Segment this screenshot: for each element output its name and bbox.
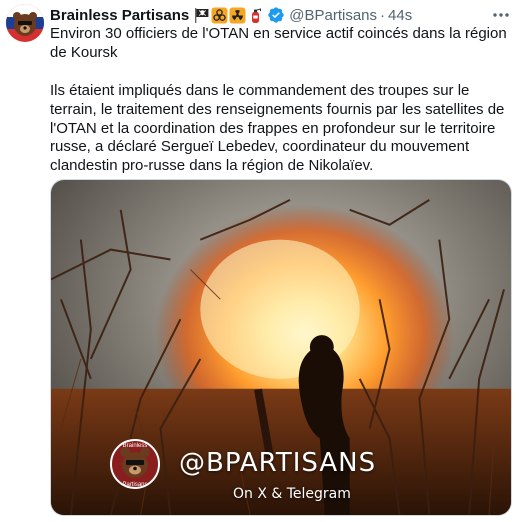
verified-badge-icon[interactable] [267, 6, 285, 24]
avatar[interactable] [6, 4, 44, 42]
tweet-card[interactable]: Brainless Partisans @BPartisans · 44s En… [0, 0, 519, 522]
pirate-flag-icon [193, 7, 210, 24]
watermark-subtitle: On X & Telegram [233, 486, 351, 502]
tweet-media-image[interactable]: Brainless Partisans @BPARTISANS On X & T… [50, 179, 512, 516]
more-dots-icon [492, 5, 510, 23]
tweet-text: Environ 30 officiers de l'OTAN en servic… [50, 25, 512, 176]
more-options-button[interactable] [491, 6, 511, 22]
timestamp[interactable]: 44s [388, 7, 412, 24]
biohazard-icon [211, 7, 228, 24]
header-separator: · [380, 6, 386, 24]
tweet-paragraph-1: Environ 30 officiers de l'OTAN en servic… [50, 25, 507, 61]
watermark-logo: Brainless Partisans [109, 438, 161, 490]
name-emojis [193, 7, 264, 24]
fire-extinguisher-icon [247, 7, 264, 24]
tweet-header: Brainless Partisans @BPartisans · 44s [50, 5, 510, 25]
watermark-logo-text-bottom: Partisans [122, 482, 147, 488]
author-name[interactable]: Brainless Partisans [50, 7, 189, 24]
watermark-handle: @BPARTISANS [179, 448, 377, 478]
watermark-logo-text-top: Brainless [123, 443, 148, 449]
radioactive-icon [229, 7, 246, 24]
tweet-paragraph-2: Ils étaient impliqués dans le commandeme… [50, 81, 505, 175]
author-handle[interactable]: @BPartisans [289, 7, 377, 24]
